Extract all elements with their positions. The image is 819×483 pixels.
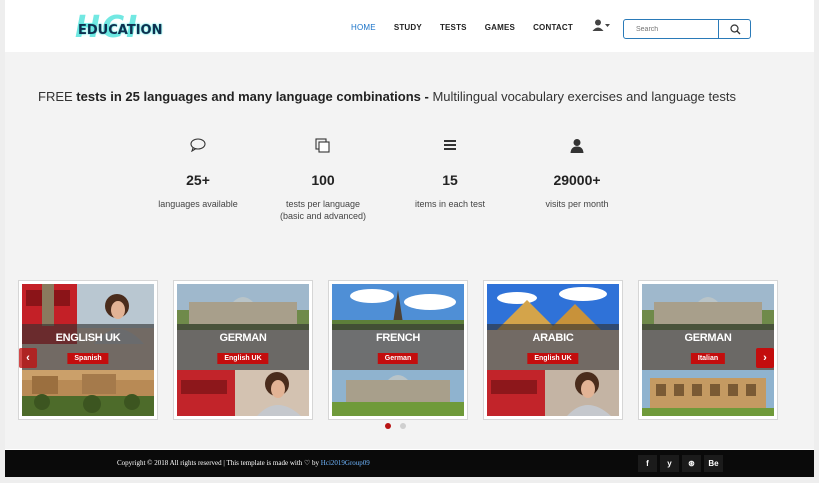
- headline: FREE tests in 25 languages and many lang…: [38, 89, 736, 104]
- nav-contact[interactable]: CONTACT: [533, 23, 573, 32]
- language-card[interactable]: ENGLISH UK Spanish: [18, 280, 158, 420]
- user-icon: [512, 138, 642, 156]
- stat-label-line1: tests per language: [285, 199, 361, 209]
- stat-label-line2: (basic and advanced): [279, 211, 367, 221]
- dribbble-icon[interactable]: ⊛: [682, 455, 701, 472]
- stat-value: 25+: [186, 172, 210, 188]
- main-nav: HOME STUDY TESTS GAMES CONTACT: [351, 23, 591, 32]
- card-title: GERMAN: [684, 332, 732, 344]
- nav-study[interactable]: STUDY: [394, 23, 422, 32]
- stat-value: 15: [442, 172, 458, 188]
- card-tag: German: [377, 353, 419, 364]
- stat-languages: 25+ languages available: [133, 138, 263, 210]
- footer: Copyright © 2018 All rights reserved | T…: [5, 450, 814, 477]
- copyright-text: Copyright © 2018 All rights reserved | T…: [117, 459, 370, 467]
- nav-tests[interactable]: TESTS: [440, 23, 467, 32]
- speech-bubble-icon: [133, 138, 263, 156]
- search-input[interactable]: [624, 20, 716, 38]
- nav-home[interactable]: HOME: [351, 23, 376, 32]
- carousel-dot-1[interactable]: [385, 423, 391, 429]
- language-card[interactable]: GERMAN English UK: [173, 280, 313, 420]
- language-card[interactable]: ARABIC English UK: [483, 280, 623, 420]
- author-link[interactable]: Hci2019Group09: [321, 459, 370, 467]
- nav-games[interactable]: GAMES: [485, 23, 515, 32]
- stat-label: languages available: [158, 199, 238, 209]
- card-title: ENGLISH UK: [55, 332, 121, 344]
- headline-bold: tests in 25 languages and many language …: [76, 89, 433, 104]
- card-image: ENGLISH UK Spanish: [22, 284, 154, 416]
- card-tag: Italian: [690, 353, 726, 364]
- stat-value: 100: [311, 172, 335, 188]
- carousel-pagination: [385, 423, 406, 429]
- logo[interactable]: HCI EDUCATION: [75, 10, 162, 45]
- stat-items: 15 items in each test: [385, 138, 515, 210]
- frame-right: [814, 0, 819, 483]
- search-icon: [730, 23, 741, 34]
- stat-label: visits per month: [545, 199, 609, 209]
- stat-value: 29000+: [553, 172, 601, 188]
- stat-tests: 100 tests per language (basic and advance…: [258, 138, 388, 222]
- stat-visits: 29000+ visits per month: [512, 138, 642, 210]
- social-links: f y ⊛ Be: [638, 455, 723, 472]
- carousel-next-button[interactable]: ›: [756, 348, 774, 368]
- header: HCI EDUCATION HOME STUDY TESTS GAMES CON…: [5, 6, 814, 52]
- card-tag: Spanish: [67, 353, 109, 364]
- headline-free: FREE: [38, 89, 77, 104]
- list-lines-icon: [385, 138, 515, 156]
- headline-rest: Multilingual vocabulary exercises and la…: [432, 89, 736, 104]
- twitter-icon[interactable]: y: [660, 455, 679, 472]
- bottom-strip: [0, 477, 819, 483]
- main-content: FREE tests in 25 languages and many lang…: [5, 52, 814, 449]
- stat-label: items in each test: [414, 199, 486, 209]
- copy-pages-icon: [258, 138, 388, 156]
- card-image: ARABIC English UK: [487, 284, 619, 416]
- card-title: GERMAN: [219, 332, 267, 344]
- card-tag: English UK: [217, 353, 269, 364]
- user-dropdown-icon[interactable]: [592, 19, 612, 33]
- card-image: FRENCH German: [332, 284, 464, 416]
- carousel-prev-button[interactable]: ‹: [19, 348, 37, 368]
- search-box: [623, 19, 751, 39]
- language-card[interactable]: FRENCH German: [328, 280, 468, 420]
- carousel-dot-2[interactable]: [400, 423, 406, 429]
- chevron-right-icon: ›: [763, 352, 767, 364]
- card-tag: English UK: [527, 353, 579, 364]
- card-title: FRENCH: [375, 332, 421, 344]
- copyright-label: Copyright © 2018 All rights reserved | T…: [117, 459, 321, 467]
- chevron-left-icon: ‹: [26, 352, 30, 364]
- stat-label: tests per language (basic and advanced): [258, 198, 388, 222]
- card-image: GERMAN English UK: [177, 284, 309, 416]
- logo-education: EDUCATION: [78, 23, 163, 38]
- behance-icon[interactable]: Be: [704, 455, 723, 472]
- card-image: GERMAN Italian: [642, 284, 774, 416]
- search-button[interactable]: [718, 19, 752, 39]
- card-title: ARABIC: [532, 332, 574, 344]
- facebook-icon[interactable]: f: [638, 455, 657, 472]
